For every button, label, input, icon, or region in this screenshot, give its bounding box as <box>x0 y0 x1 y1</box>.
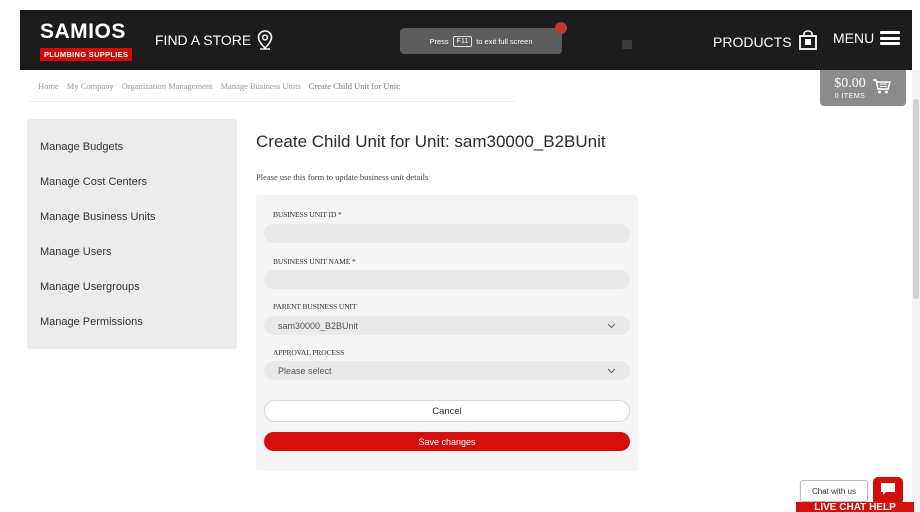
logo-tagline: PLUMBING SUPPLIES <box>40 48 133 61</box>
business-unit-id-label: BUSINESS UNIT ID * <box>273 210 342 219</box>
menu-label: MENU <box>833 30 875 46</box>
chat-icon <box>880 482 896 501</box>
fullscreen-hint: to exit full screen <box>476 36 533 46</box>
sidebar-item-manage-cost-centers[interactable]: Manage Cost Centers <box>27 174 237 209</box>
breadcrumb-my-company[interactable]: My Company <box>67 81 114 91</box>
chevron-down-icon <box>607 366 616 375</box>
cart-button[interactable]: $0.00 0 ITEMS <box>820 70 906 106</box>
sidebar-item-manage-permissions[interactable]: Manage Permissions <box>27 314 237 349</box>
breadcrumb-manage-business-units[interactable]: Manage Business Units <box>221 81 301 91</box>
parent-business-unit-label: PARENT BUSINESS UNIT <box>273 302 357 311</box>
sidebar-item-manage-business-units[interactable]: Manage Business Units <box>27 209 237 244</box>
cart-items-count: 0 ITEMS <box>834 92 866 100</box>
site-header: SAMIOS PLUMBING SUPPLIES FIND A STORE Pr… <box>20 10 912 70</box>
approval-process-label: APPROVAL PROCESS <box>273 348 345 357</box>
parent-business-unit-select[interactable]: sam30000_B2BUnit <box>264 316 630 335</box>
page-subtitle: Please use this form to update business … <box>256 172 429 182</box>
breadcrumb-organization-management[interactable]: Organization Management <box>122 81 213 91</box>
breadcrumb: Home My Company Organization Management … <box>38 81 401 91</box>
cart-icon <box>872 78 892 99</box>
find-a-store-link[interactable]: FIND A STORE <box>155 30 273 50</box>
chat-with-us-bubble[interactable]: Chat with us <box>800 480 868 502</box>
map-pin-icon <box>257 30 273 50</box>
parent-business-unit-value: sam30000_B2BUnit <box>278 320 359 331</box>
sidebar-item-manage-usergroups[interactable]: Manage Usergroups <box>27 279 237 314</box>
logo-wordmark: SAMIOS <box>40 20 126 43</box>
header-decoration <box>622 40 632 49</box>
live-chat-help-tab[interactable]: LIVE CHAT HELP <box>796 502 914 512</box>
products-label: PRODUCTS <box>713 33 792 50</box>
fullscreen-notice: Press F11 to exit full screen <box>400 22 567 54</box>
sidebar-item-manage-budgets[interactable]: Manage Budgets <box>27 139 237 174</box>
find-store-label: FIND A STORE <box>155 32 252 48</box>
hamburger-icon <box>880 31 901 45</box>
business-unit-form: BUSINESS UNIT ID * BUSINESS UNIT NAME * … <box>256 195 638 471</box>
menu-button[interactable]: MENU <box>833 30 901 46</box>
fullscreen-close-icon[interactable] <box>555 22 567 34</box>
cancel-button[interactable]: Cancel <box>264 400 630 422</box>
business-unit-name-label: BUSINESS UNIT NAME * <box>273 257 356 266</box>
breadcrumb-home[interactable]: Home <box>38 81 59 91</box>
page-title: Create Child Unit for Unit: sam30000_B2B… <box>256 132 606 151</box>
business-unit-id-input[interactable] <box>264 224 630 243</box>
sidebar: Manage Budgets Manage Cost Centers Manag… <box>27 119 237 349</box>
breadcrumb-current: Create Child Unit for Unit: <box>308 81 401 91</box>
shopping-bag-icon <box>798 30 818 53</box>
save-changes-button[interactable]: Save changes <box>264 432 630 451</box>
approval-process-select[interactable]: Please select <box>264 361 630 380</box>
cart-summary: $0.00 0 ITEMS <box>834 75 866 100</box>
approval-process-value: Please select <box>278 365 332 376</box>
chat-button[interactable] <box>873 477 903 505</box>
fullscreen-key: F11 <box>452 35 473 47</box>
business-unit-name-input[interactable] <box>264 270 630 289</box>
samios-logo[interactable]: SAMIOS PLUMBING SUPPLIES <box>40 20 148 64</box>
breadcrumb-divider <box>30 101 514 102</box>
cart-amount: $0.00 <box>834 75 866 91</box>
page-scrollbar-thumb[interactable] <box>913 99 919 299</box>
chevron-down-icon <box>607 321 616 330</box>
sidebar-item-manage-users[interactable]: Manage Users <box>27 244 237 279</box>
products-link[interactable]: PRODUCTS <box>713 30 818 53</box>
fullscreen-press: Press <box>429 36 449 46</box>
